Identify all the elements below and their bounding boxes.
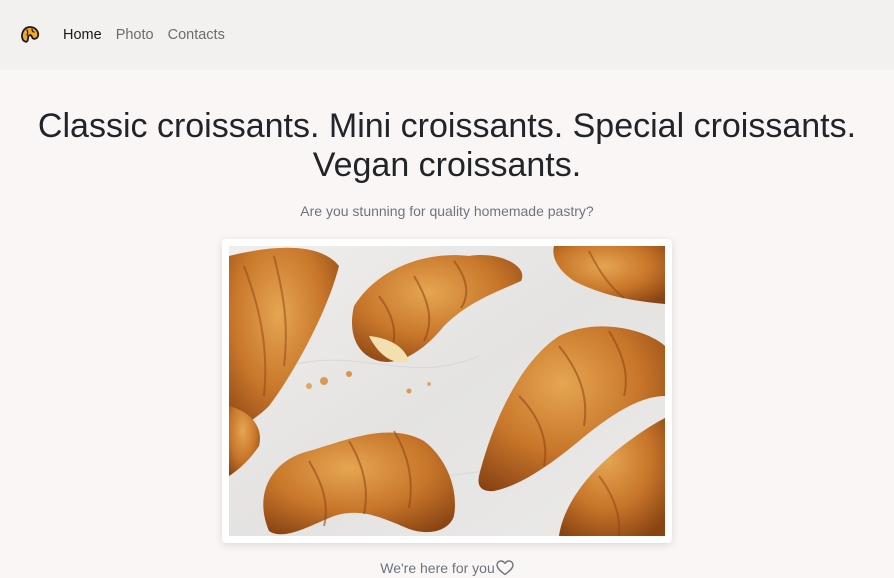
nav-contacts-link[interactable]: Contacts bbox=[168, 27, 225, 43]
top-navbar: Home Photo Contacts bbox=[0, 0, 894, 70]
hero-subtitle: Are you stunning for quality homemade pa… bbox=[300, 203, 594, 219]
page-title: Classic croissants. Mini croissants. Spe… bbox=[37, 107, 857, 184]
heart-outline-icon bbox=[496, 560, 514, 576]
nav-photo-link[interactable]: Photo bbox=[116, 27, 154, 43]
footer-tagline: We're here for you bbox=[380, 560, 514, 576]
footer-text: We're here for you bbox=[380, 560, 495, 576]
croissant-logo-icon[interactable] bbox=[18, 23, 42, 47]
hero-section: Classic croissants. Mini croissants. Spe… bbox=[0, 107, 894, 578]
nav-home-link[interactable]: Home bbox=[63, 27, 102, 43]
croissants-photo bbox=[222, 239, 672, 543]
